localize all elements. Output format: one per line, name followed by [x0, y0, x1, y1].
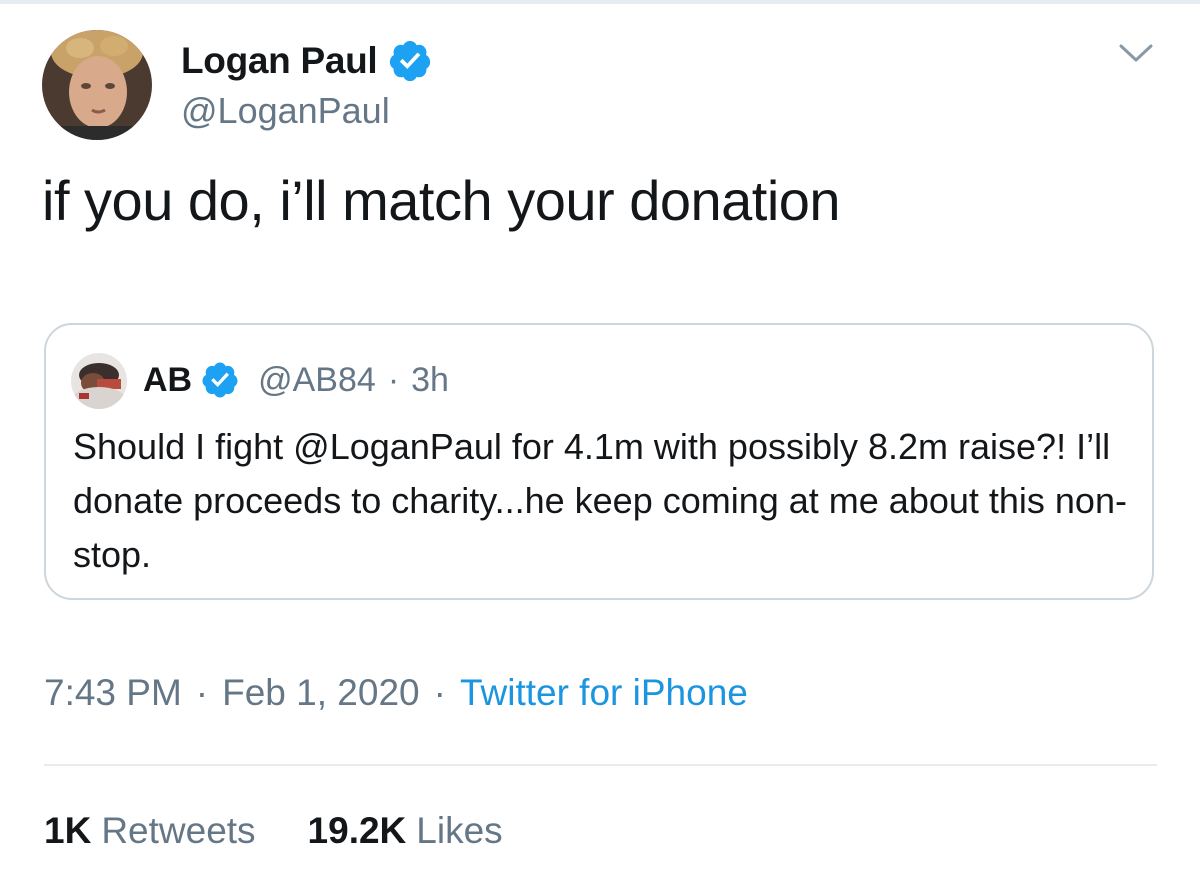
author-handle[interactable]: @LoganPaul	[181, 90, 390, 132]
tweet-source-link[interactable]: Twitter for iPhone	[460, 672, 748, 713]
quoted-tweet-header: AB @AB84 · 3h	[143, 357, 449, 403]
likes-stat[interactable]: 19.2K Likes	[308, 810, 503, 852]
tweet-timestamp[interactable]: 7:43 PM	[44, 672, 182, 713]
likes-label: Likes	[416, 810, 503, 851]
quoted-tweet-time: 3h	[411, 360, 449, 399]
quoted-author-name: AB	[143, 360, 193, 399]
meta-separator-dot: ·	[433, 672, 446, 713]
avatar-photo-icon	[71, 353, 127, 409]
chevron-down-icon[interactable]	[1117, 38, 1155, 68]
meta-separator-dot: ·	[195, 672, 209, 713]
tweet-metadata: 7:43 PM · Feb 1, 2020 · Twitter for iPhone	[44, 672, 748, 714]
quoted-author-avatar	[71, 353, 127, 409]
avatar-photo-icon	[42, 30, 152, 140]
retweets-label: Retweets	[101, 810, 256, 851]
tweet-date[interactable]: Feb 1, 2020	[222, 672, 419, 713]
quoted-separator-dot: ·	[387, 360, 400, 399]
author-avatar[interactable]	[42, 30, 152, 140]
top-divider	[0, 0, 1200, 4]
author-name-row[interactable]: Logan Paul	[181, 38, 433, 84]
quoted-tweet-card[interactable]: AB @AB84 · 3h Should I fight @LoganPaul …	[44, 323, 1154, 600]
retweets-stat[interactable]: 1K Retweets	[44, 810, 256, 852]
author-display-name[interactable]: Logan Paul	[181, 40, 378, 82]
verified-badge-icon	[390, 40, 431, 82]
retweets-count: 1K	[44, 810, 92, 851]
tweet-stats: 1K Retweets 19.2K Likes	[44, 810, 555, 852]
quoted-author-handle: @AB84	[258, 360, 376, 399]
verified-badge-icon	[202, 362, 238, 398]
quoted-tweet-text: Should I fight @LoganPaul for 4.1m with …	[73, 426, 1127, 575]
likes-count: 19.2K	[307, 810, 407, 851]
tweet-text: if you do, i’ll match your donation	[42, 169, 841, 232]
stats-divider	[44, 764, 1157, 766]
